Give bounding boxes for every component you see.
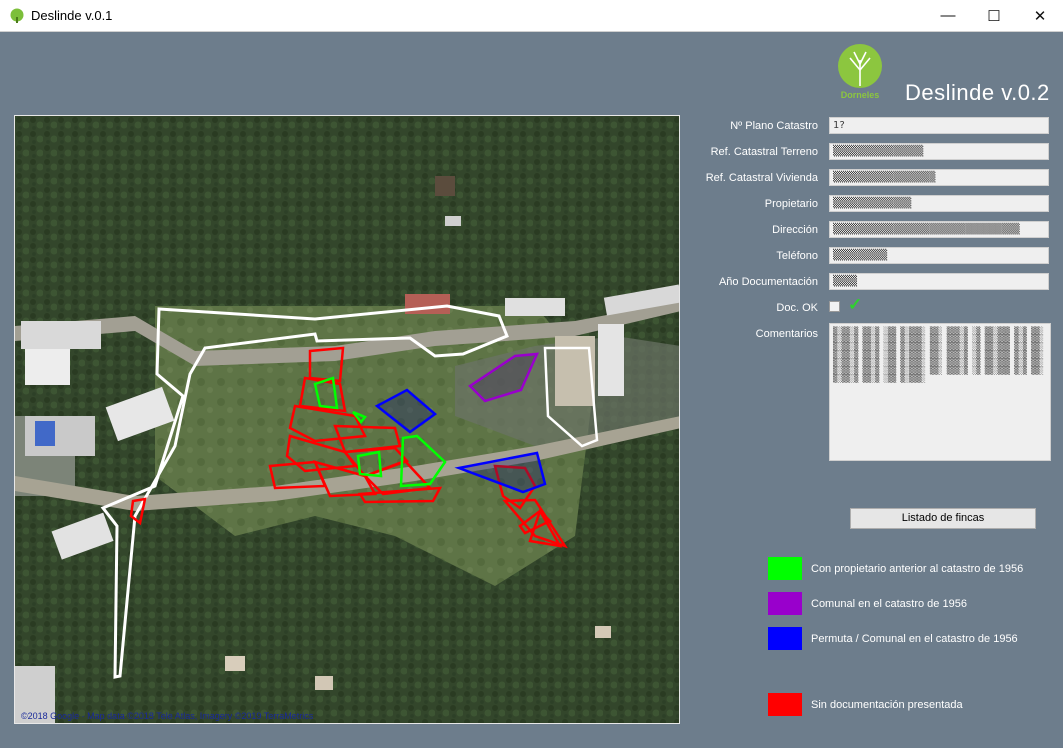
plano-catastro-label: Nº Plano Catastro (730, 120, 818, 132)
map-credit: ©2018 Google · Map data ©2018 Tele Atlas… (21, 711, 314, 721)
telefono-label: Teléfono (776, 250, 818, 262)
ano-documentacion-label: Año Documentación (718, 276, 818, 288)
listado-fincas-button[interactable]: Listado de fincas (850, 508, 1036, 529)
tree-icon (10, 8, 24, 23)
ref-catastral-vivienda-label: Ref. Catastral Vivienda (705, 172, 818, 184)
doc-ok-checkbox[interactable] (829, 301, 840, 312)
close-button[interactable]: ✕ (1017, 0, 1063, 31)
propietario-field[interactable]: ▒▒▒▒▒▒▒▒▒▒▒▒▒ (829, 195, 1049, 212)
legend-label-green: Con propietario anterior al catastro de … (811, 563, 1024, 575)
legend-swatch-purple (768, 592, 802, 615)
direccion-label: Dirección (772, 224, 818, 236)
comments-text: ▒░▒▒░▒ ▒▒░▒ ░▒▒ ▒░▒▒▒░ ▒▒░ ▒▒▒░▒ ░▒ ▒▒░▒… (833, 327, 1044, 383)
plano-catastro-field[interactable]: 1? (829, 117, 1049, 134)
comments-textarea[interactable]: ▒░▒▒░▒ ▒▒░▒ ░▒▒ ▒░▒▒▒░ ▒▒░ ▒▒▒░▒ ░▒ ▒▒░▒… (829, 323, 1051, 461)
ref-catastral-vivienda-field[interactable]: ▒▒▒▒▒▒▒▒▒▒▒▒▒▒▒▒▒ (829, 169, 1049, 186)
legend-swatch-green (768, 557, 802, 580)
legend-swatch-blue (768, 627, 802, 650)
ref-catastral-terreno-label: Ref. Catastral Terreno (710, 146, 818, 158)
direccion-field[interactable]: ▒▒▒▒▒▒▒▒▒▒▒▒▒▒▒▒▒▒▒▒▒▒▒▒▒▒▒▒▒▒▒ (829, 221, 1049, 238)
legend-label-purple: Comunal en el catastro de 1956 (811, 598, 967, 610)
legend-label-red: Sin documentación presentada (811, 699, 963, 711)
telefono-field[interactable]: ▒▒▒▒▒▒▒▒▒ (829, 247, 1049, 264)
legend-swatch-red (768, 693, 802, 716)
brand-logo-text: Dorneles (841, 90, 880, 100)
doc-ok-label: Doc. OK (776, 302, 818, 314)
maximize-button[interactable]: ☐ (971, 0, 1017, 31)
propietario-label: Propietario (764, 198, 818, 210)
minimize-button[interactable]: — (925, 0, 971, 31)
window-title: Deslinde v.0.1 (31, 8, 113, 23)
ref-catastral-terreno-field[interactable]: ▒▒▒▒▒▒▒▒▒▒▒▒▒▒▒ (829, 143, 1049, 160)
ano-documentacion-field[interactable]: ▒▒▒▒ (829, 273, 1049, 290)
legend-label-blue: Permuta / Comunal en el catastro de 1956 (811, 633, 1018, 645)
title-bar: Deslinde v.0.1 — ☐ ✕ (0, 0, 1063, 32)
map-view[interactable]: ©2018 Google · Map data ©2018 Tele Atlas… (14, 115, 680, 724)
check-icon: ✓ (848, 295, 863, 314)
comentarios-label: Comentarios (755, 328, 818, 340)
app-brand-title: Deslinde v.0.2 (905, 80, 1050, 105)
tree-icon: Dorneles (838, 44, 882, 100)
